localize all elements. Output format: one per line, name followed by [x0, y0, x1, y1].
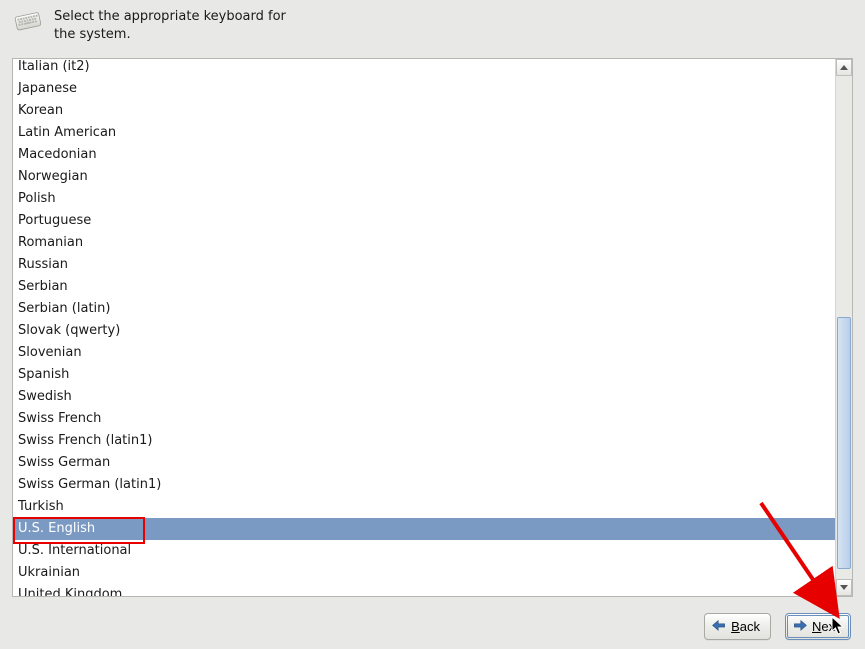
list-item[interactable]: Russian	[13, 254, 835, 276]
list-item[interactable]: Swedish	[13, 386, 835, 408]
list-item[interactable]: Slovak (qwerty)	[13, 320, 835, 342]
list-item[interactable]: Portuguese	[13, 210, 835, 232]
list-item[interactable]: Turkish	[13, 496, 835, 518]
list-item[interactable]: Serbian	[13, 276, 835, 298]
back-button[interactable]: Back	[704, 613, 771, 640]
list-item[interactable]: Swiss French	[13, 408, 835, 430]
scrollbar[interactable]	[835, 59, 852, 596]
list-item[interactable]: Serbian (latin)	[13, 298, 835, 320]
list-item[interactable]: U.S. English	[13, 518, 835, 540]
list-item[interactable]: Japanese	[13, 78, 835, 100]
header-prompt: Select the appropriate keyboard for the …	[54, 6, 304, 43]
keyboard-icon	[12, 8, 44, 36]
list-item[interactable]: United Kingdom	[13, 584, 835, 596]
list-item[interactable]: Ukrainian	[13, 562, 835, 584]
scroll-thumb[interactable]	[837, 317, 851, 569]
keyboard-list-viewport[interactable]: ItalianItalian (IBM)Italian (it2)Japanes…	[13, 59, 835, 596]
list-item[interactable]: Swiss German (latin1)	[13, 474, 835, 496]
footer-button-bar: Back Next	[0, 603, 865, 649]
list-item[interactable]: Polish	[13, 188, 835, 210]
next-button[interactable]: Next	[785, 613, 851, 640]
back-button-label: Back	[731, 619, 760, 634]
scroll-up-button[interactable]	[836, 59, 852, 76]
next-button-label: Next	[812, 619, 839, 634]
list-item[interactable]: Italian (it2)	[13, 59, 835, 78]
list-item[interactable]: Swiss German	[13, 452, 835, 474]
header-bar: Select the appropriate keyboard for the …	[0, 0, 865, 47]
list-item[interactable]: Norwegian	[13, 166, 835, 188]
scroll-down-button[interactable]	[836, 579, 852, 596]
arrow-left-icon	[711, 619, 727, 633]
keyboard-list[interactable]: ItalianItalian (IBM)Italian (it2)Japanes…	[12, 58, 853, 597]
list-item[interactable]: U.S. International	[13, 540, 835, 562]
arrow-right-icon	[792, 619, 808, 633]
list-item[interactable]: Swiss French (latin1)	[13, 430, 835, 452]
list-item[interactable]: Korean	[13, 100, 835, 122]
list-item[interactable]: Spanish	[13, 364, 835, 386]
list-item[interactable]: Macedonian	[13, 144, 835, 166]
scroll-track[interactable]	[836, 76, 852, 579]
list-item[interactable]: Latin American	[13, 122, 835, 144]
list-item[interactable]: Romanian	[13, 232, 835, 254]
list-item[interactable]: Slovenian	[13, 342, 835, 364]
